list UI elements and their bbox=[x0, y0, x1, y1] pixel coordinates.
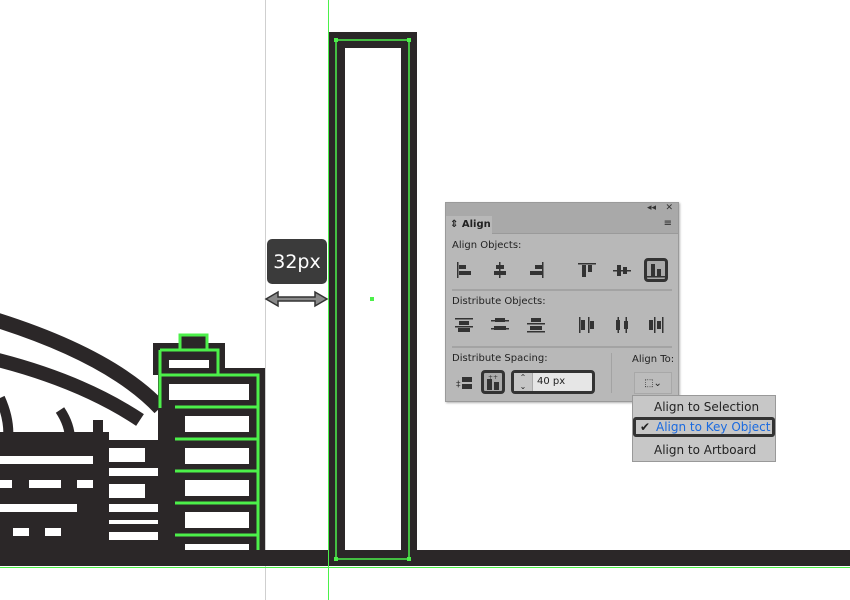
horizontal-distribute-center-icon[interactable] bbox=[610, 313, 634, 337]
vertical-align-bottom-icon[interactable] bbox=[644, 258, 668, 282]
chevron-down-icon: ⌄ bbox=[653, 377, 662, 389]
panel-menu-icon[interactable]: ≡ bbox=[664, 219, 672, 229]
vertical-distribute-top-icon[interactable] bbox=[452, 313, 476, 337]
ground-line bbox=[0, 550, 850, 566]
spacing-value: 40 px bbox=[537, 376, 566, 387]
horizontal-distribute-space-icon[interactable]: ++ bbox=[481, 370, 505, 394]
menu-item-align-to-artboard[interactable]: Align to Artboard bbox=[633, 440, 775, 460]
collapse-icon[interactable]: ◂◂ bbox=[647, 203, 656, 213]
key-object-icon: ⬚ bbox=[644, 377, 654, 389]
align-objects-label: Align Objects: bbox=[452, 240, 522, 251]
double-arrow-icon bbox=[264, 290, 329, 308]
spacing-input[interactable]: ⌃ ⌄ 40 px bbox=[511, 370, 595, 394]
close-icon[interactable]: ✕ bbox=[665, 203, 673, 213]
menu-item-align-to-key-object[interactable]: ✔ Align to Key Object bbox=[633, 417, 775, 437]
horizontal-distribute-left-icon[interactable] bbox=[575, 313, 599, 337]
align-to-dropdown[interactable]: ⬚ ⌄ bbox=[634, 372, 672, 394]
svg-text:‡: ‡ bbox=[456, 380, 461, 390]
tall-rectangle[interactable] bbox=[329, 32, 417, 566]
align-to-label: Align To: bbox=[632, 354, 675, 365]
measurement-label: 32px bbox=[267, 239, 327, 284]
horizontal-distribute-right-icon[interactable] bbox=[644, 313, 668, 337]
vertical-align-center-icon[interactable] bbox=[610, 258, 634, 282]
vertical-distribute-center-icon[interactable] bbox=[488, 313, 512, 337]
align-panel: ◂◂ ✕ ⇕ Align ≡ Align Objects: Distribute… bbox=[445, 202, 679, 402]
horizontal-align-left-icon[interactable] bbox=[453, 258, 477, 282]
center-point bbox=[370, 297, 374, 301]
horizontal-align-right-icon[interactable] bbox=[524, 258, 548, 282]
distribute-spacing-label: Distribute Spacing: bbox=[452, 353, 548, 364]
stadium-artwork bbox=[0, 313, 166, 441]
panel-titlebar[interactable]: ◂◂ ✕ bbox=[446, 203, 678, 216]
artboard-canvas bbox=[0, 0, 850, 600]
menu-item-align-to-selection[interactable]: Align to Selection bbox=[633, 397, 775, 417]
align-to-menu: Align to Selection ✔ Align to Key Object … bbox=[632, 395, 776, 462]
horizontal-align-center-icon[interactable] bbox=[488, 258, 512, 282]
checkmark-icon: ✔ bbox=[640, 420, 651, 434]
tab-align[interactable]: ⇕ Align bbox=[446, 216, 492, 234]
tab-label: Align bbox=[461, 219, 491, 230]
menu-item-label: Align to Key Object bbox=[656, 420, 771, 434]
vertical-align-top-icon[interactable] bbox=[575, 258, 599, 282]
spinner-arrows-icon[interactable]: ⌃ ⌄ bbox=[514, 373, 533, 391]
vertical-distribute-bottom-icon[interactable] bbox=[524, 313, 548, 337]
tab-arrows-icon: ⇕ bbox=[450, 219, 459, 230]
distribute-objects-label: Distribute Objects: bbox=[452, 296, 546, 307]
vertical-distribute-space-icon[interactable]: ‡ bbox=[453, 371, 477, 395]
